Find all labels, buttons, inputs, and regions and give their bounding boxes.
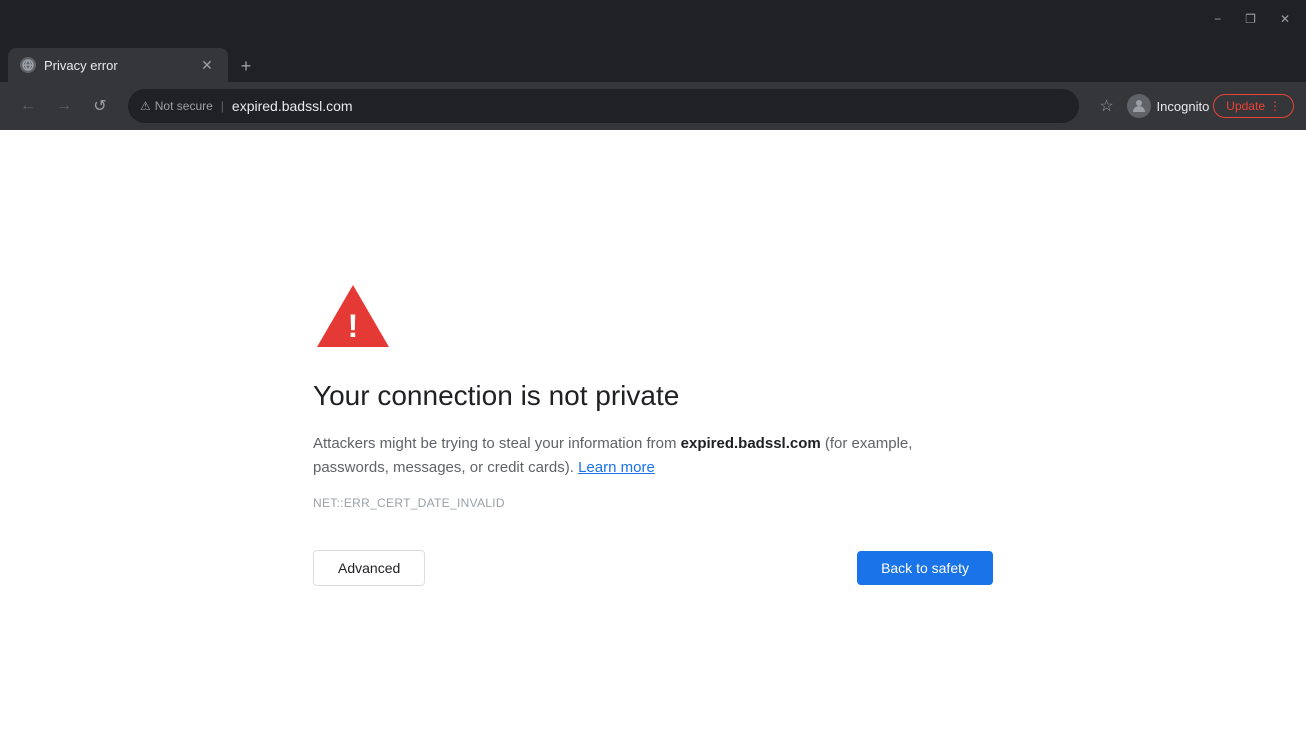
tab-close-button[interactable]: ✕: [198, 56, 216, 74]
address-url: expired.badssl.com: [232, 98, 353, 114]
tab-title: Privacy error: [44, 58, 190, 73]
tab-bar: Privacy error ✕ +: [0, 40, 1306, 82]
reload-button[interactable]: ↺: [84, 90, 116, 122]
browser-content: ! Your connection is not private Attacke…: [0, 130, 1306, 736]
minimize-button[interactable]: −: [1210, 10, 1225, 28]
close-window-button[interactable]: ✕: [1276, 10, 1294, 28]
error-description: Attackers might be trying to steal your …: [313, 432, 953, 480]
error-title: Your connection is not private: [313, 380, 679, 412]
back-button[interactable]: ←: [12, 90, 44, 122]
button-row: Advanced Back to safety: [313, 550, 993, 586]
back-to-safety-button[interactable]: Back to safety: [857, 551, 993, 585]
error-container: ! Your connection is not private Attacke…: [313, 261, 993, 606]
window-controls: − ❐ ✕: [1210, 10, 1294, 28]
update-label: Update: [1226, 99, 1265, 113]
svg-text:!: !: [348, 308, 359, 344]
warning-triangle-icon: !: [313, 281, 393, 351]
warning-icon-wrapper: !: [313, 281, 393, 356]
tab-favicon: [20, 57, 36, 73]
forward-button[interactable]: →: [48, 90, 80, 122]
forward-icon: →: [56, 97, 72, 115]
incognito-icon: [1127, 94, 1151, 118]
toolbar-right: ☆ Incognito Update ⋮: [1091, 90, 1294, 122]
star-icon: ☆: [1099, 96, 1113, 116]
error-code: NET::ERR_CERT_DATE_INVALID: [313, 496, 505, 510]
toolbar: ← → ↺ ⚠ Not secure expired.badssl.com ☆ …: [0, 82, 1306, 130]
new-tab-button[interactable]: +: [232, 52, 260, 80]
update-menu-icon: ⋮: [1269, 99, 1281, 113]
not-secure-badge: ⚠ Not secure: [140, 99, 224, 113]
incognito-button[interactable]: Incognito: [1127, 94, 1210, 118]
error-domain: expired.badssl.com: [681, 435, 821, 452]
incognito-label: Incognito: [1157, 99, 1210, 114]
not-secure-label: Not secure: [155, 99, 213, 113]
address-bar[interactable]: ⚠ Not secure expired.badssl.com: [128, 89, 1079, 123]
update-button[interactable]: Update ⋮: [1213, 94, 1294, 118]
bookmark-button[interactable]: ☆: [1091, 90, 1123, 122]
reload-icon: ↺: [93, 96, 106, 116]
back-icon: ←: [20, 97, 36, 115]
restore-button[interactable]: ❐: [1241, 10, 1260, 28]
learn-more-link[interactable]: Learn more: [578, 459, 655, 476]
title-bar: − ❐ ✕: [0, 0, 1306, 40]
advanced-button[interactable]: Advanced: [313, 550, 425, 586]
active-tab[interactable]: Privacy error ✕: [8, 48, 228, 82]
description-pre: Attackers might be trying to steal your …: [313, 435, 681, 452]
warning-icon: ⚠: [140, 99, 151, 113]
